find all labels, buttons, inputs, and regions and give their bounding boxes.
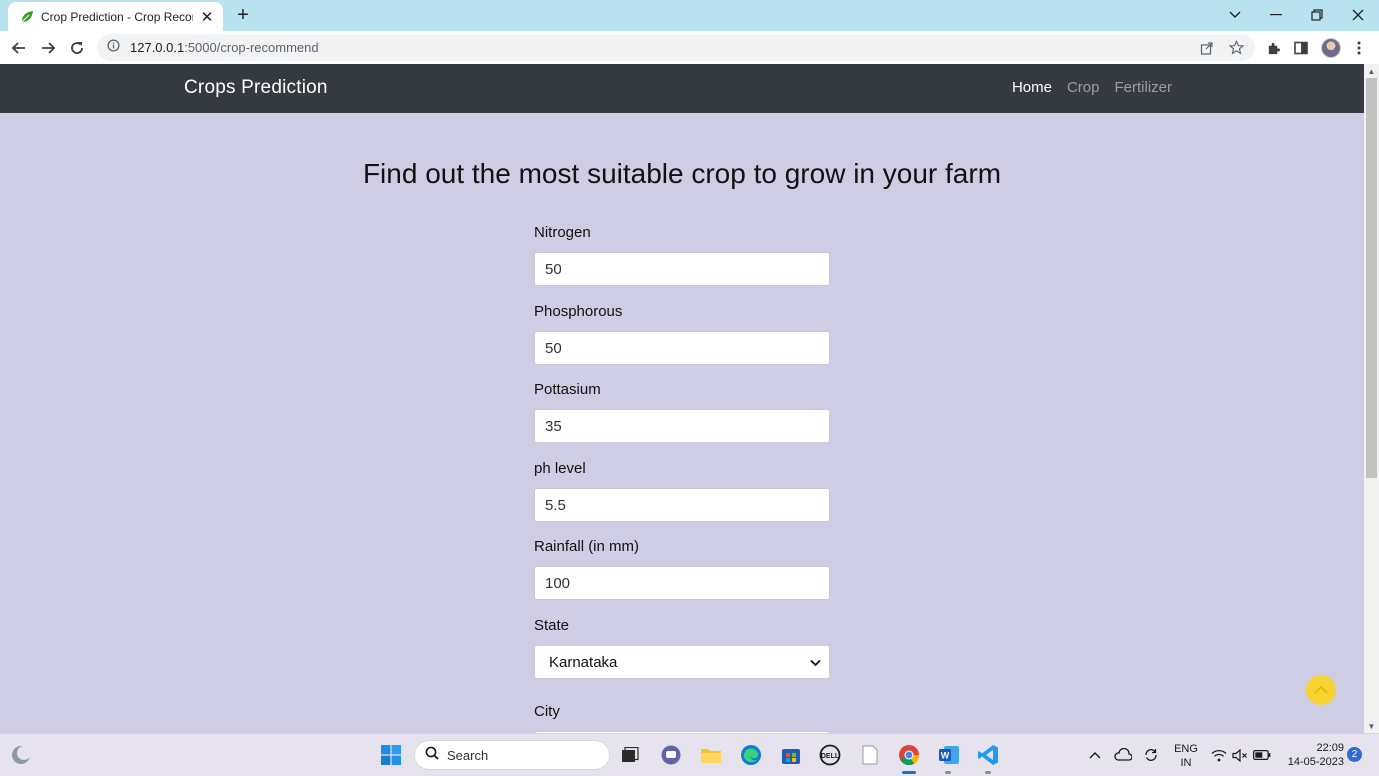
scroll-up-arrow-icon[interactable]: ▲ [1364,64,1379,78]
pottasium-label: Pottasium [534,381,601,398]
side-panel-icon[interactable] [1289,36,1313,60]
windows-start-icon[interactable] [378,742,404,768]
address-bar[interactable]: 127.0.0.1:5000/crop-recommend [97,34,1255,61]
onedrive-icon[interactable] [1110,742,1136,768]
sync-icon[interactable] [1138,742,1164,768]
language-indicator[interactable]: ENG IN [1170,742,1202,770]
city-label: City [534,703,560,720]
rainfall-label: Rainfall (in mm) [534,538,640,555]
avatar [1321,38,1341,58]
new-tab-button[interactable]: + [232,4,254,26]
nav-links: Home Crop Fertilizer [1012,79,1172,96]
phosphorous-input[interactable] [534,331,830,365]
search-label: Search [447,747,489,763]
scroll-to-top-button[interactable] [1306,675,1336,705]
page-title: Find out the most suitable crop to grow … [362,158,1002,189]
scrollbar-thumb[interactable] [1366,78,1377,478]
vscode-running-indicator [985,771,991,774]
dell-icon[interactable]: DELL [817,742,843,768]
state-select[interactable]: Karnataka [534,645,830,679]
browser-tab[interactable]: Crop Prediction - Crop Recommend ✕ [8,2,223,31]
profile-avatar[interactable] [1319,36,1343,60]
forward-icon[interactable] [36,36,60,60]
leaf-icon [20,10,34,24]
pottasium-input[interactable] [534,409,830,443]
state-label: State [534,617,570,634]
notepad-icon[interactable] [857,742,883,768]
lang-line2: IN [1180,757,1192,769]
chevron-down-icon [810,654,821,671]
nitrogen-input[interactable] [534,252,830,286]
svg-text:DELL: DELL [821,753,840,760]
rainfall-input[interactable] [534,566,830,600]
back-icon[interactable] [7,36,31,60]
tab-search-icon[interactable] [1215,0,1255,29]
brand-link[interactable]: Crops Prediction [184,77,328,99]
phosphorous-label: Phosphorous [534,303,623,320]
extensions-icon[interactable] [1261,36,1285,60]
scroll-down-arrow-icon[interactable]: ▼ [1364,719,1379,733]
word-icon[interactable]: W [936,742,962,768]
site-info-icon[interactable] [107,38,120,57]
search-icon [425,746,439,765]
url-host: 127.0.0.1 [130,40,185,55]
chevron-up-tray-icon[interactable] [1082,742,1108,768]
ph-input[interactable] [534,488,830,522]
restore-icon[interactable] [1297,0,1337,29]
url-path: :5000/crop-recommend [184,40,319,55]
battery-icon[interactable] [1249,742,1275,768]
clock-time: 22:09 [1316,742,1344,754]
task-view-icon[interactable] [617,742,643,768]
edge-browser-icon[interactable] [738,742,764,768]
nav-fertilizer[interactable]: Fertilizer [1114,79,1172,96]
taskbar-search[interactable]: Search [414,740,610,770]
web-page: Crops Prediction Home Crop Fertilizer Fi… [0,64,1364,733]
share-icon[interactable] [1195,34,1219,61]
menu-kebab-icon[interactable] [1347,36,1371,60]
site-navbar: Crops Prediction Home Crop Fertilizer [0,64,1364,113]
url-text: 127.0.0.1:5000/crop-recommend [130,40,319,55]
state-selected-value: Karnataka [549,653,618,671]
nitrogen-label: Nitrogen [534,224,591,241]
clock-date: 14-05-2023 [1287,756,1344,768]
close-tab-icon[interactable]: ✕ [199,8,215,26]
browser-toolbar: 127.0.0.1:5000/crop-recommend [0,31,1379,64]
lang-line1: ENG [1174,743,1198,755]
ph-label: ph level [534,460,586,477]
chrome-icon[interactable] [896,742,922,768]
weather-widget-icon[interactable] [8,742,34,768]
word-running-indicator [945,771,951,774]
minimize-icon[interactable] [1256,0,1296,29]
reload-icon[interactable] [65,36,89,60]
notification-badge[interactable]: 2 [1347,747,1362,762]
bookmark-star-icon[interactable] [1224,34,1248,61]
page-scrollbar[interactable]: ▲ ▼ [1364,64,1379,733]
close-window-icon[interactable] [1338,0,1378,29]
svg-text:W: W [941,751,950,761]
vscode-icon[interactable] [975,742,1001,768]
tab-title: Crop Prediction - Crop Recommend [41,9,193,24]
nav-crop[interactable]: Crop [1067,79,1100,96]
chevron-up-icon [1314,685,1328,694]
chrome-running-indicator [902,771,916,774]
windows-taskbar: Search DELL W ENG IN 22:09 14-05-2023 2 [0,733,1379,776]
microsoft-store-icon[interactable] [778,742,804,768]
teams-chat-icon[interactable] [658,742,684,768]
browser-tab-strip: Crop Prediction - Crop Recommend ✕ + [0,0,1379,31]
file-explorer-icon[interactable] [698,742,724,768]
clock[interactable]: 22:09 14-05-2023 [1280,741,1344,769]
nav-home[interactable]: Home [1012,79,1052,96]
